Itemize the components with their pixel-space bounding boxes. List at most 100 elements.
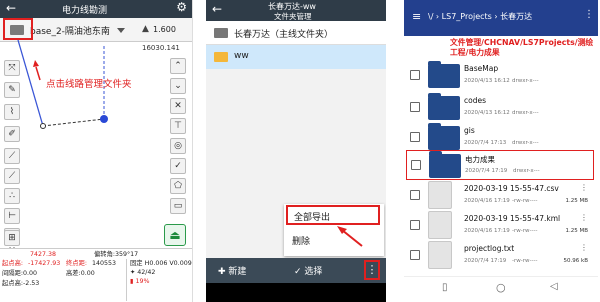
tool-6[interactable]: ∴	[4, 188, 20, 204]
delete-item[interactable]: 删除	[292, 234, 310, 247]
breadcrumb[interactable]: \/ › LS7_Projects › 长春万达	[428, 11, 532, 22]
select-button[interactable]: ✓ 选择	[294, 264, 322, 277]
folder-icon	[214, 28, 228, 38]
folder-ww-name[interactable]: ww	[234, 51, 249, 61]
item-size: 50.96 kB	[563, 258, 588, 264]
highlight-box	[3, 18, 33, 40]
item-name[interactable]: gis	[464, 126, 475, 135]
gear-icon[interactable]: ⚙	[176, 0, 187, 14]
stake-icon[interactable]: ⏏	[164, 224, 186, 246]
item-name[interactable]: BaseMap	[464, 64, 498, 73]
dropdown-triangle-icon[interactable]	[117, 28, 125, 33]
item-date: 2020/4/16 17:19	[464, 228, 510, 234]
satellite-icon: ✦	[130, 269, 136, 276]
tool-7[interactable]: ⊢	[4, 208, 20, 224]
zoom-value: 1.600	[153, 25, 176, 34]
item-date: 2020/4/13 16:12	[464, 78, 510, 84]
rtool-7[interactable]: ▭	[170, 198, 186, 214]
gnss-box: 固定 H0.006 V0.009 ✦ 42/42 ▮ 19%	[126, 259, 192, 301]
tool-4[interactable]: ⟋	[4, 148, 20, 164]
start-height-value: -17427.93	[28, 260, 61, 267]
item-perm: drwxr-x---	[512, 78, 539, 84]
project-name[interactable]: base_2-隔油池东南	[30, 24, 110, 37]
status-red-value: 7427.38	[30, 251, 57, 258]
list-item[interactable]: projectlog.txt ⋮ 2020/7/4 17:19 -rw-rw--…	[404, 240, 596, 270]
back-arrow-icon[interactable]: ←	[212, 2, 222, 16]
survey-app-panel: ← 电力线勘测 ⚙ base_2-隔油池东南 ▲ 1.600 16030.141…	[0, 0, 193, 302]
more-vert-icon[interactable]: ⋮	[580, 183, 588, 192]
folder-icon	[429, 151, 461, 178]
folder-row-ww[interactable]: ww	[206, 45, 386, 69]
item-date: 2020/4/16 17:19	[464, 198, 510, 204]
menu-icon[interactable]: ≡	[412, 10, 421, 23]
item-name[interactable]: 2020-03-19 15-55-47.csv	[464, 184, 559, 193]
item-perm: drwxr-x---	[513, 168, 540, 174]
item-name[interactable]: codes	[464, 96, 486, 105]
tool-3[interactable]: ✐	[4, 126, 20, 142]
more-vert-icon[interactable]: ⋮	[580, 213, 588, 222]
folder-row-main[interactable]: 长春万达（主线文件夹）	[206, 21, 386, 45]
item-size: 1.25 MB	[565, 198, 588, 204]
select-label[interactable]: 选择	[304, 267, 322, 277]
satellite-count: 42/42	[137, 269, 156, 276]
back-icon[interactable]: ◁	[550, 281, 558, 292]
tool-0[interactable]: ⤧	[4, 60, 20, 76]
add-icon: ✚	[218, 267, 226, 277]
checkbox[interactable]	[410, 102, 420, 112]
checkbox[interactable]	[411, 160, 421, 170]
list-item[interactable]: BaseMap 2020/4/13 16:12 drwxr-x---	[404, 60, 596, 90]
more-vert-icon[interactable]: ⋮	[584, 9, 594, 20]
item-perm: -rw-rw----	[512, 228, 538, 234]
battery-level: 19%	[135, 278, 150, 285]
tool-2[interactable]: ⌇	[4, 104, 20, 120]
new-label[interactable]: 新建	[228, 267, 246, 277]
height-diff: 高差:0.00	[66, 270, 95, 277]
rtool-3[interactable]: ⊤	[170, 118, 186, 134]
checkbox[interactable]	[410, 132, 420, 142]
list-item[interactable]: 2020-03-19 15-55-47.csv ⋮ 2020/4/16 17:1…	[404, 180, 596, 210]
export-all-item[interactable]: 全部导出	[286, 205, 380, 225]
file-manager-panel: ≡ \/ › LS7_Projects › 长春万达 ⋮ 文件管理/CHCNAV…	[404, 0, 598, 302]
rtool-0[interactable]: ⌃	[170, 58, 186, 74]
click-hint-annotation: 点击线路管理文件夹	[46, 79, 132, 90]
more-vert-icon[interactable]: ⋮	[580, 243, 588, 252]
list-item-highlighted[interactable]: 电力成果 2020/7/4 17:19 drwxr-x---	[406, 150, 594, 180]
rtool-1[interactable]: ⌄	[170, 78, 186, 94]
folder-manager-panel: ← 长春万达-ww 文件夹管理 长春万达（主线文件夹） ww 全部导出 删除 ✚…	[206, 0, 386, 302]
rtool-5[interactable]: ✓	[170, 158, 186, 174]
rtool-6[interactable]: ⬠	[170, 178, 186, 194]
tool-1[interactable]: ✎	[4, 82, 20, 98]
checkbox[interactable]	[410, 190, 420, 200]
interval-dist: 间隔距:0.00	[2, 270, 38, 277]
end-dist-label: 终点距:	[66, 260, 88, 267]
item-name[interactable]: 电力成果	[465, 154, 495, 165]
list-item[interactable]: codes 2020/4/13 16:12 drwxr-x---	[404, 92, 596, 122]
item-perm: -rw-rw----	[512, 198, 538, 204]
rtool-4[interactable]: ◎	[170, 138, 186, 154]
item-name[interactable]: 2020-03-19 15-55-47.kml	[464, 214, 560, 223]
checkbox[interactable]	[410, 70, 420, 80]
checkbox[interactable]	[410, 220, 420, 230]
item-size: 1.25 MB	[565, 228, 588, 234]
folder-icon	[428, 61, 460, 88]
checkbox[interactable]	[410, 250, 420, 260]
rtool-2[interactable]: ✕	[170, 98, 186, 114]
start-height-2: 起点高:-2.53	[2, 280, 40, 287]
folder-icon	[428, 93, 460, 120]
folder-icon	[428, 123, 460, 150]
folder-main-name[interactable]: 长春万达（主线文件夹）	[234, 27, 333, 40]
survey-header: ← 电力线勘测 ⚙	[0, 0, 192, 18]
item-name[interactable]: projectlog.txt	[464, 244, 514, 253]
item-date: 2020/7/4 17:19	[464, 258, 507, 264]
recents-icon[interactable]: ▯	[442, 282, 448, 293]
list-item[interactable]: 2020-03-19 15-55-47.kml ⋮ 2020/4/16 17:1…	[404, 210, 596, 240]
tool-5[interactable]: ⟋	[4, 168, 20, 184]
new-button[interactable]: ✚ 新建	[218, 264, 246, 277]
more-button[interactable]: ⋮	[364, 260, 380, 280]
list-item[interactable]: gis 2020/7/4 17:13 drwxr-x---	[404, 122, 596, 152]
check-icon: ✓	[294, 267, 302, 277]
home-icon[interactable]: ○	[496, 281, 506, 294]
back-arrow-icon[interactable]: ←	[6, 1, 16, 15]
file-icon	[428, 211, 452, 239]
context-menu: 全部导出 删除	[284, 204, 384, 256]
